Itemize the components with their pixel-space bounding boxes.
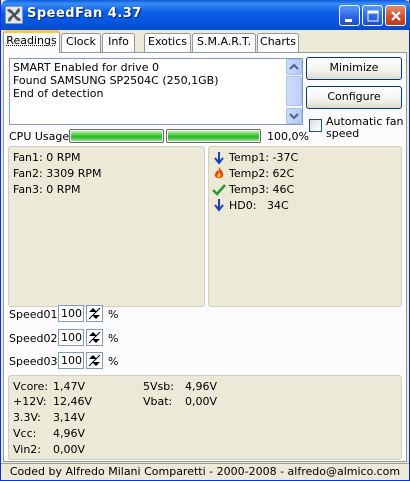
fan-reading: Fan3: 0 RPM — [13, 183, 81, 196]
voltage-reading: Vcore: 1,47V — [13, 380, 86, 393]
cpu-usage-fill — [168, 131, 259, 141]
temp-reading: Temp3: 46C — [229, 183, 295, 196]
cpu-usage-bar-core1 — [69, 129, 164, 143]
speed03-label: Speed03: — [9, 355, 62, 368]
tab-info[interactable]: Info — [102, 33, 135, 52]
speed03-spinner[interactable] — [86, 352, 103, 369]
voltages-group: Vcore: 1,47V +12V: 12,46V 3.3V: 3,14V Vcc: 4… — [8, 375, 402, 460]
speed01-unit: % — [108, 308, 119, 321]
speed01-spinner[interactable] — [86, 305, 103, 322]
automatic-fan-speed-label: Automatic fan speed — [326, 115, 404, 140]
readings-panel: SMART Enabled for drive 0 Found SAMSUNG … — [3, 52, 407, 462]
tab-clock[interactable]: Clock — [61, 33, 101, 52]
minimize-window-button[interactable] — [339, 5, 360, 26]
speed01-label: Speed01: — [9, 308, 62, 321]
speed02-spinner[interactable] — [86, 329, 103, 346]
maximize-window-button[interactable] — [362, 5, 383, 26]
voltage-reading: Vcc: 4,96V — [13, 427, 86, 440]
spinner-arrows-icon — [88, 354, 101, 367]
voltage-reading: Vbat: 0,00V — [143, 395, 218, 408]
log-scrollbar[interactable] — [286, 59, 302, 124]
flame-icon — [214, 167, 224, 179]
close-window-button[interactable] — [385, 5, 406, 26]
minimize-icon — [345, 19, 352, 22]
temp-reading: Temp1: -37C — [229, 151, 299, 164]
maximize-icon — [367, 10, 379, 22]
chevron-up-icon — [289, 63, 299, 70]
cpu-usage-percent: 100,0% — [267, 130, 309, 143]
fan-reading: Fan1: 0 RPM — [13, 151, 81, 164]
speed02-label: Speed02: — [9, 332, 62, 345]
automatic-fan-speed-checkbox[interactable] — [309, 119, 322, 132]
log-line: SMART Enabled for drive 0 — [13, 61, 159, 74]
cpu-usage-label: CPU Usage — [9, 130, 70, 143]
minimize-button[interactable]: Minimize — [306, 57, 402, 80]
scroll-down-button[interactable] — [286, 108, 302, 124]
arrow-down-icon — [214, 199, 224, 212]
spinner-arrows-icon — [88, 331, 101, 344]
log-line: Found SAMSUNG SP2504C (250,1GB) — [13, 74, 219, 87]
chevron-down-icon — [289, 113, 299, 120]
tab-exotics[interactable]: Exotics — [144, 33, 191, 52]
speed01-input[interactable]: 100 — [58, 305, 84, 322]
temperatures-group: Temp1: -37C Temp2: 62C Temp3: 46C HD0: 3… — [208, 146, 402, 307]
speed02-unit: % — [108, 332, 119, 345]
title-bar[interactable]: SpeedFan 4.37 — [1, 0, 410, 30]
cpu-usage-bar-core2 — [166, 129, 261, 143]
tab-strip: Readings Clock Info Exotics S.M.A.R.T. C… — [3, 30, 409, 53]
voltage-reading: 5Vsb: 4,96V — [143, 380, 218, 393]
scroll-thumb[interactable] — [286, 76, 302, 106]
log-textbox[interactable]: SMART Enabled for drive 0 Found SAMSUNG … — [9, 58, 303, 125]
checkmark-icon — [212, 184, 226, 196]
scroll-up-button[interactable] — [286, 59, 302, 75]
temp-reading: HD0: 34C — [229, 199, 289, 212]
voltage-reading: 3.3V: 3,14V — [13, 411, 86, 424]
configure-button[interactable]: Configure — [306, 86, 402, 109]
speed03-input[interactable]: 100 — [58, 352, 84, 369]
spinner-arrows-icon — [88, 307, 101, 320]
voltage-reading: +12V: 12,46V — [13, 395, 93, 408]
tab-readings[interactable]: Readings — [3, 30, 60, 53]
speed02-input[interactable]: 100 — [58, 329, 84, 346]
fan-reading: Fan2: 3309 RPM — [13, 167, 102, 180]
close-icon — [391, 11, 401, 21]
log-line: End of detection — [13, 87, 104, 100]
tab-charts[interactable]: Charts — [257, 33, 299, 52]
tab-smart[interactable]: S.M.A.R.T. — [192, 33, 256, 52]
temp-reading: Temp2: 62C — [229, 167, 295, 180]
speedfan-window: SpeedFan 4.37 Readings Clock Info Exotic… — [0, 0, 410, 481]
arrow-down-icon — [214, 152, 224, 165]
window-title: SpeedFan 4.37 — [27, 6, 142, 21]
fans-group: Fan1: 0 RPM Fan2: 3309 RPM Fan3: 0 RPM — [8, 146, 205, 307]
cpu-usage-fill — [71, 131, 162, 141]
fan-app-icon — [5, 6, 23, 24]
voltage-reading: Vin2: 0,00V — [13, 443, 86, 456]
speed03-unit: % — [108, 355, 119, 368]
status-bar: Coded by Alfredo Milani Comparetti - 200… — [1, 463, 409, 480]
